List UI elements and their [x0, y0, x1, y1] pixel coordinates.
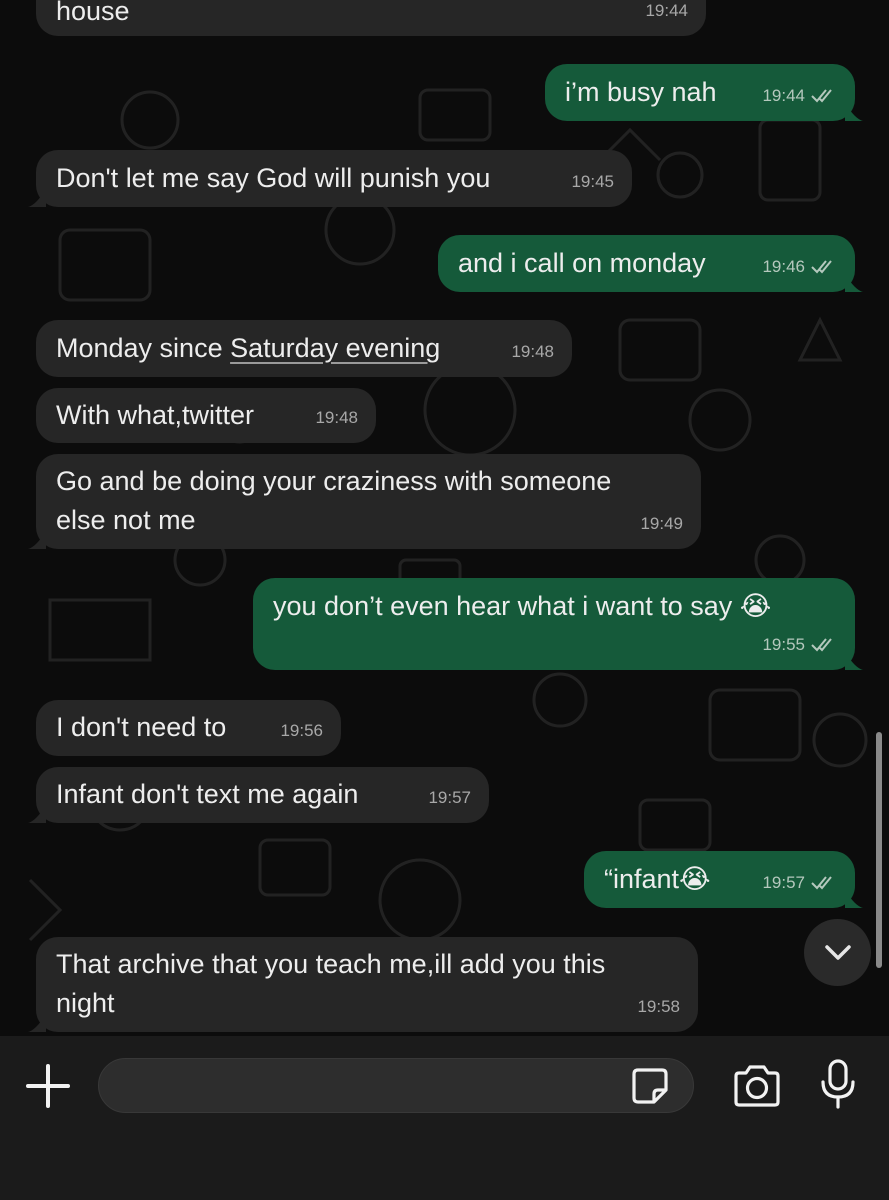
bubble-tail — [28, 189, 46, 207]
message-text: i’m busy nah — [565, 77, 717, 107]
message-incoming[interactable]: Infant don't text me again 19:57 — [28, 767, 489, 823]
bubble-tail — [28, 1014, 46, 1032]
message-meta: 19:55 — [762, 625, 837, 664]
message-text: With what,twitter — [56, 400, 255, 430]
message-time: 19:49 — [640, 514, 683, 533]
chevron-down-icon — [824, 944, 851, 960]
message-text-line-1: That archive that you teach me,ill add y… — [56, 949, 606, 979]
bubble-tail — [845, 652, 863, 670]
double-check-icon — [811, 875, 832, 889]
bubble-tail — [28, 805, 46, 823]
message-meta: 19:46 — [762, 247, 837, 286]
message-outgoing[interactable]: i’m busy nah 19:44 — [545, 64, 863, 121]
double-check-icon — [811, 259, 832, 273]
bubble-tail — [845, 103, 863, 121]
message-outgoing[interactable]: you don’t even hear what i want to say 😭… — [253, 578, 863, 670]
message-incoming[interactable]: I don't need to 19:56 — [36, 700, 341, 756]
message-time: 19:57 — [428, 788, 471, 807]
message-text-line-2: else not me — [56, 505, 196, 535]
message-text-line-1: Go and be doing your craziness with some… — [56, 466, 612, 496]
scrollbar[interactable] — [876, 732, 882, 968]
message-incoming[interactable]: Don't let me say God will punish you 19:… — [28, 150, 632, 207]
message-incoming[interactable]: With what,twitter 19:48 — [36, 388, 376, 443]
message-incoming[interactable]: That archive that you teach me,ill add y… — [28, 937, 698, 1032]
message-time: 19:46 — [762, 257, 805, 276]
double-check-icon — [811, 88, 832, 102]
message-text: Monday since Saturday evening — [56, 329, 440, 368]
message-time: 19:44 — [645, 1, 688, 20]
message-text-line-2: night — [56, 988, 115, 1018]
message-text: I don't need to — [56, 712, 227, 742]
message-incoming[interactable]: Monday since Saturday evening 19:48 — [36, 320, 572, 377]
date-link[interactable]: Saturday evening — [230, 333, 440, 363]
message-text: Infant don't text me again — [56, 779, 359, 809]
message-time: 19:58 — [637, 997, 680, 1016]
message-time: 19:56 — [280, 721, 323, 740]
message-text: “infant😭 — [604, 864, 711, 894]
message-input[interactable] — [98, 1058, 694, 1113]
message-time: 19:57 — [762, 873, 805, 892]
message-text: you don’t even hear what i want to say 😭 — [273, 591, 772, 621]
double-check-icon — [811, 637, 832, 651]
message-time: 19:48 — [315, 408, 358, 427]
message-outgoing[interactable]: and i call on monday 19:46 — [438, 235, 863, 292]
message-time: 19:55 — [762, 635, 805, 654]
message-time: 19:44 — [762, 86, 805, 105]
bubble-tail — [845, 274, 863, 292]
message-incoming[interactable]: Go and be doing your craziness with some… — [28, 454, 701, 549]
sticker-icon[interactable] — [630, 1066, 670, 1106]
message-time: 19:45 — [571, 172, 614, 191]
message-meta: 19:57 — [762, 863, 837, 902]
camera-icon[interactable] — [731, 1064, 783, 1108]
message-meta: 19:44 — [762, 76, 837, 115]
chat-messages-area[interactable]: house 19:44 i’m busy nah 19:44 Don't let… — [0, 0, 889, 1036]
bubble-tail — [28, 531, 46, 549]
message-text: Don't let me say God will punish you — [56, 163, 491, 193]
bubble-tail — [845, 890, 863, 908]
message-text: and i call on monday — [458, 248, 706, 278]
message-time: 19:48 — [511, 342, 554, 361]
message-incoming[interactable]: house 19:44 — [36, 0, 706, 36]
plus-icon[interactable] — [22, 1060, 74, 1112]
message-outgoing[interactable]: “infant😭 19:57 — [584, 851, 863, 908]
scroll-to-bottom-button[interactable] — [804, 919, 871, 986]
message-text: house — [56, 0, 130, 26]
microphone-icon[interactable] — [818, 1058, 858, 1110]
message-text-plain: Monday since — [56, 333, 231, 363]
